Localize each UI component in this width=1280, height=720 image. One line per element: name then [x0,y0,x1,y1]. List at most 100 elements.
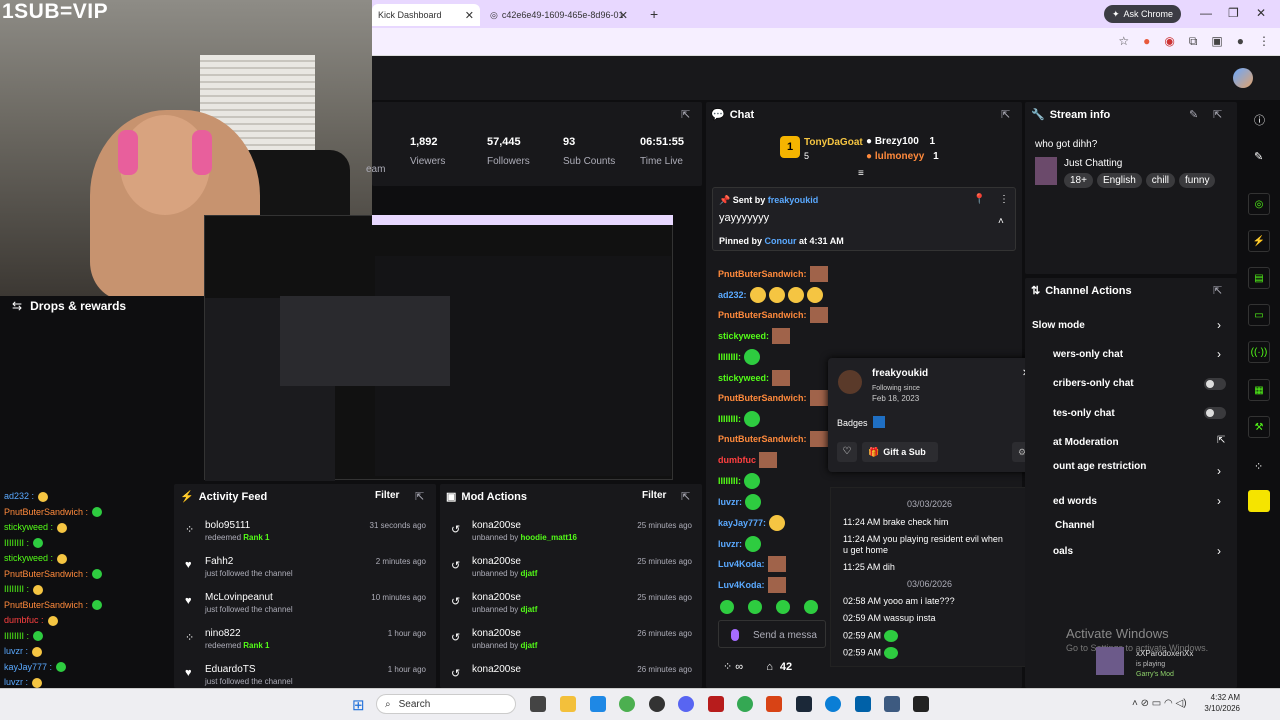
banned-words-row[interactable]: ed words [1053,496,1097,507]
chat-username[interactable]: kayJay777: [718,518,766,528]
steam-icon[interactable] [796,696,812,712]
popout-icon[interactable]: ⇱ [681,490,690,503]
channel-row[interactable]: Channel [1055,520,1094,531]
taskbar-search[interactable]: ⌕ Search [376,694,516,714]
address-bar[interactable]: ☆ ● ◉ ⧉ ▣ ● ⋮ [372,28,1280,56]
chevron-right-icon[interactable]: › [1217,494,1221,508]
sidebar-icon[interactable]: ▣ [1211,34,1222,49]
chat-username[interactable]: PnutButerSandwich: [718,310,807,320]
chat-message[interactable]: PnutButerSandwich: [718,431,828,447]
app-icon[interactable] [708,696,724,712]
mod-action-item[interactable]: kona200se unbanned by djatf [472,592,537,614]
chevron-right-icon[interactable]: › [1217,318,1221,332]
chat-username[interactable]: IIIIIIII: [718,352,741,362]
age-restriction-row[interactable]: ount age restriction [1053,461,1146,472]
category-name[interactable]: Just Chatting [1064,158,1122,169]
puzzle-icon[interactable]: ⧉ [1189,34,1198,49]
chat-message[interactable]: IIIIIIII: [718,473,761,489]
unpin-icon[interactable]: 📍 [973,194,985,205]
chat-moderation-row[interactable]: at Moderation [1053,437,1119,448]
user-card-name[interactable]: freakyoukid [872,368,928,379]
chat-message[interactable]: PnutButerSandwich: [718,307,828,323]
app-icon[interactable] [766,696,782,712]
target-icon[interactable]: ◎ [1248,193,1270,215]
chat-username[interactable]: PnutButerSandwich: [718,434,807,444]
close-window-icon[interactable]: ✕ [1256,6,1266,20]
chat-message[interactable]: Luv4Koda: [718,556,786,572]
chevron-right-icon[interactable]: › [1217,347,1221,361]
pinned-by-user[interactable]: Conour [765,236,797,246]
chevron-right-icon[interactable]: › [1217,544,1221,558]
mic-icon[interactable] [731,629,739,641]
follow-heart-button[interactable]: ♡ [837,442,857,462]
chat-message[interactable]: luvzr: [718,494,762,510]
app-icon[interactable] [649,696,665,712]
popout-icon[interactable]: ⇱ [1213,284,1222,297]
pencil-icon[interactable]: ✎ [1254,150,1263,163]
app-icon[interactable] [855,696,871,712]
profile-icon[interactable]: ● [1237,34,1244,49]
terminal-icon[interactable] [913,696,929,712]
document-icon[interactable]: ▤ [1248,267,1270,289]
chat-message[interactable]: dumbfuc [718,452,777,468]
popout-icon[interactable]: ⇱ [1001,108,1010,121]
emote-icon[interactable]: ⁘ ∞ [723,661,743,673]
chat-username[interactable]: stickyweed: [718,373,769,383]
chat-username[interactable]: PnutButerSandwich: [718,393,807,403]
emotes-only-row[interactable]: tes-only chat [1053,408,1115,419]
popout-icon[interactable]: ⇱ [1217,435,1225,446]
more-icon[interactable]: ⋮ [999,194,1009,205]
discord-icon[interactable] [678,696,694,712]
leader-name[interactable]: ● Brezy100 1 [866,136,935,147]
windows-start-icon[interactable]: ⊞ [352,696,365,714]
activity-item[interactable]: EduardoTS just followed the channel [205,664,293,686]
chat-username[interactable]: Luv4Koda: [718,559,765,569]
maximize-icon[interactable]: ❐ [1228,6,1239,20]
chat-username[interactable]: Luv4Koda: [718,580,765,590]
popout-icon[interactable]: ⇱ [415,490,424,503]
close-icon[interactable]: ✕ [619,9,628,22]
chat-message[interactable]: PnutButerSandwich: [718,266,828,282]
chevron-right-icon[interactable]: › [1217,464,1221,478]
chat-username[interactable]: luvzr: [718,539,742,549]
info-icon[interactable]: ⓘ [1254,112,1265,128]
subscribers-only-row[interactable]: cribers-only chat [1053,378,1134,389]
broadcast-icon[interactable]: ((·)) [1248,341,1270,363]
drops-rewards[interactable]: ⇆ Drops & rewards [0,296,200,316]
wrench-icon[interactable]: ⚒ [1248,416,1270,438]
ask-chrome-button[interactable]: ✦ Ask Chrome [1104,5,1182,23]
chat-message[interactable]: luvzr: [718,536,762,552]
mod-action-item[interactable]: kona200se unbanned by djatf [472,628,537,650]
app-icon[interactable] [884,696,900,712]
close-icon[interactable]: ✕ [465,9,474,22]
chat-username[interactable]: stickyweed: [718,331,769,341]
minimize-icon[interactable]: — [1200,6,1212,20]
chat-username[interactable]: IIIIIIII: [718,414,741,424]
chat-message[interactable]: kayJay777: [718,515,786,531]
new-tab-icon[interactable]: + [650,6,658,22]
star-icon[interactable]: ☆ [1118,34,1129,49]
filter-button[interactable]: Filter [375,490,399,501]
leader-name[interactable]: ● lulmoneyy 1 [866,151,939,162]
task-view-icon[interactable] [530,696,546,712]
chat-icon[interactable]: ▭ [1248,304,1270,326]
goals-row[interactable]: oals [1053,546,1073,557]
avatar[interactable] [1233,68,1253,88]
store-icon[interactable]: ⌂ [766,661,773,673]
mod-action-item[interactable]: kona200se [472,664,521,677]
chrome-icon[interactable] [737,696,753,712]
chat-message[interactable]: stickyweed: [718,370,791,386]
chat-message[interactable]: IIIIIIII: [718,411,761,427]
dots-icon[interactable]: ⁘ [1254,460,1263,473]
chat-username[interactable]: luvzr: [718,497,742,507]
file-explorer-icon[interactable] [560,696,576,712]
mod-action-item[interactable]: kona200se unbanned by hoodie_matt16 [472,520,577,542]
edge-icon[interactable] [825,696,841,712]
leader-name[interactable]: TonyDaGoat [804,137,863,148]
sent-by-user[interactable]: freakyoukid [768,195,819,205]
chevron-up-icon[interactable]: ˄ [998,216,1004,227]
tab-second[interactable]: ◎ c42e6e49-1609-465e-8d96-01 ✕ [484,4,634,26]
gift-sub-button[interactable]: 🎁 Gift a Sub [862,442,938,462]
app-icon[interactable] [590,696,606,712]
menu-icon[interactable]: ⋮ [1258,34,1270,49]
